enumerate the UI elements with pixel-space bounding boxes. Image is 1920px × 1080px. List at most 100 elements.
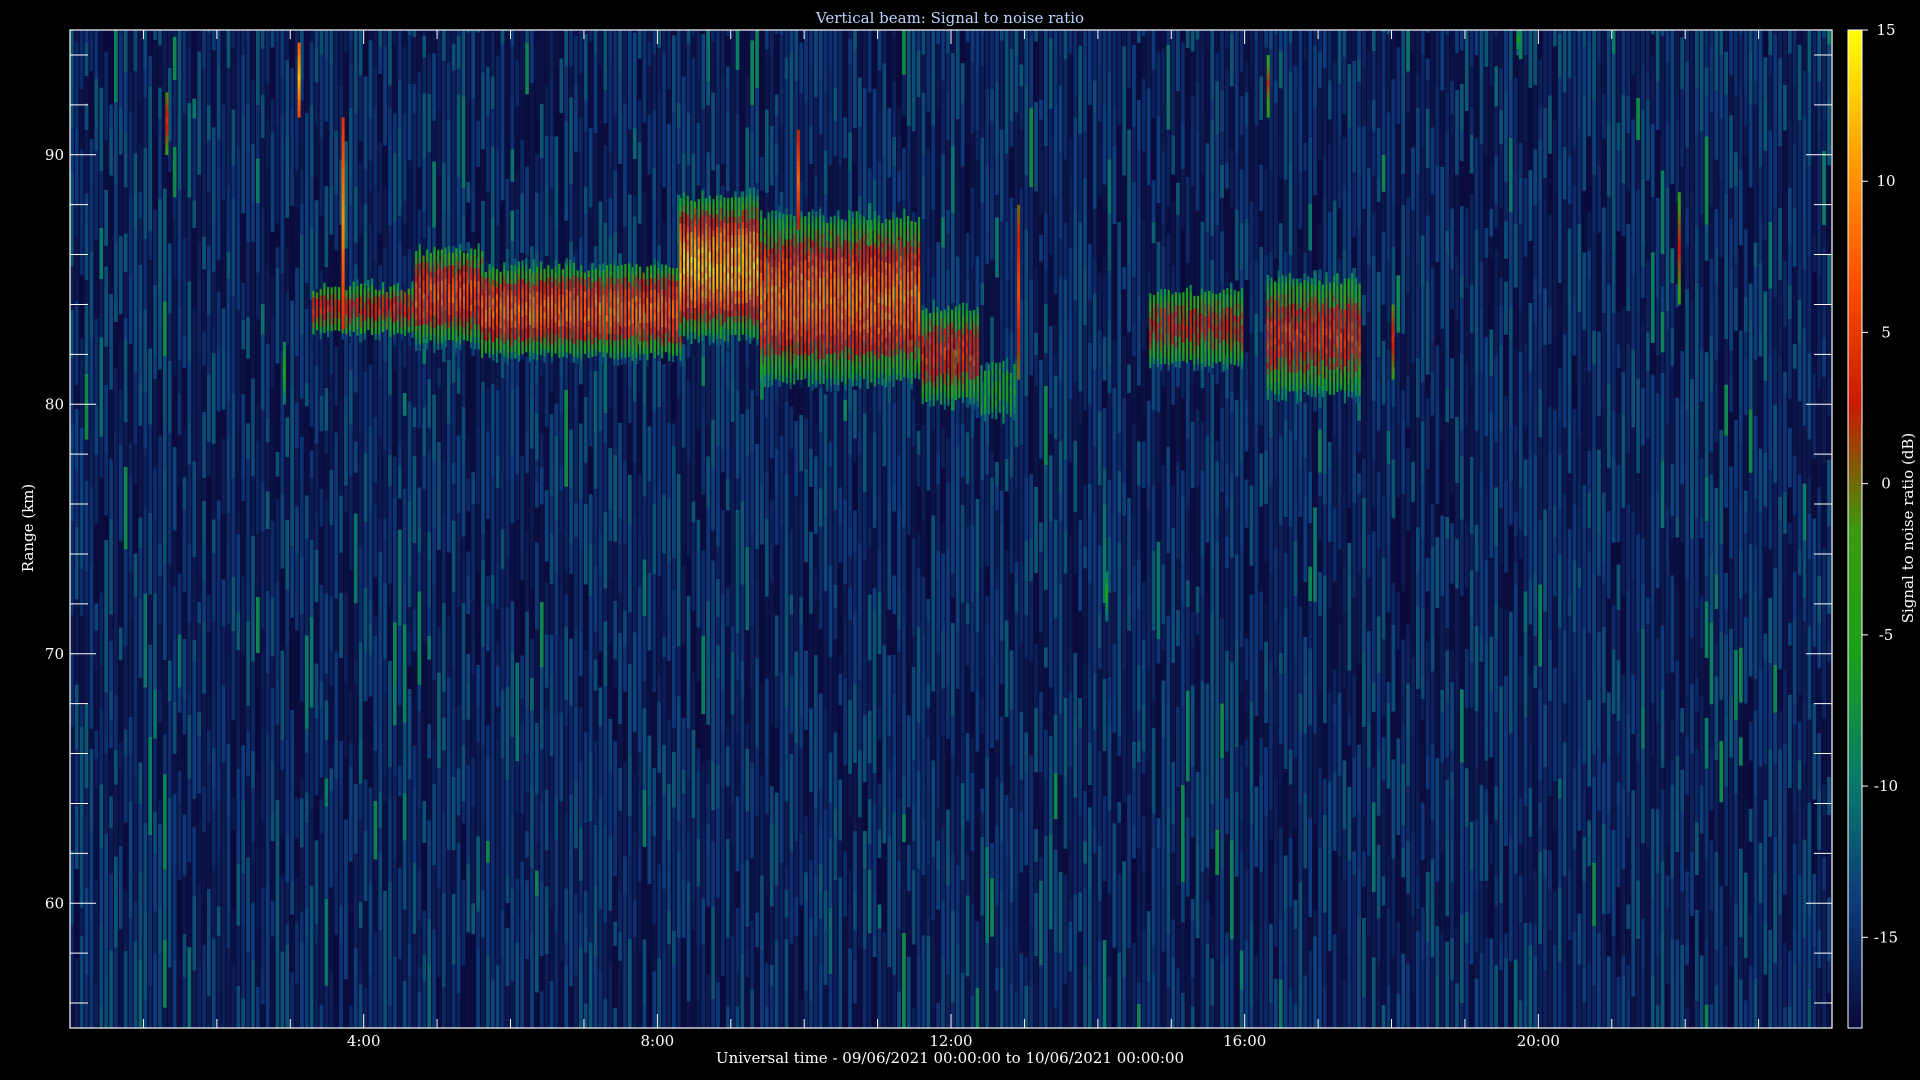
noise-cell: [309, 810, 314, 886]
noise-cell: [931, 515, 936, 594]
noise-cell: [1205, 542, 1210, 594]
noise-cell: [574, 975, 578, 1028]
noise-cell: [730, 625, 735, 652]
noise-cell: [1132, 277, 1136, 323]
noise-cell: [1386, 322, 1391, 350]
noise-cell: [1127, 217, 1131, 266]
noise-cell: [177, 360, 182, 394]
noise-cell: [456, 842, 461, 936]
noise-cell: [138, 425, 143, 518]
noise-cell: [960, 667, 965, 735]
noise-cell: [1171, 404, 1175, 486]
noise-cell: [1078, 520, 1082, 576]
noise-cell: [158, 824, 162, 907]
noise-cell: [931, 594, 936, 692]
noise-cell: [838, 437, 843, 488]
noise-cell: [79, 338, 84, 428]
noise-cell: [471, 409, 475, 473]
noise-cell: [1391, 678, 1396, 712]
noise-cell: [422, 57, 427, 93]
noise-cell: [897, 454, 901, 506]
noise-cell: [515, 812, 520, 879]
noise-cell: [197, 736, 201, 794]
noise-cell: [520, 580, 524, 656]
noise-cell: [613, 357, 617, 455]
noise-cell: [99, 592, 104, 666]
noise-cell: [980, 915, 985, 995]
noise-cell: [1381, 304, 1386, 341]
noise-cell: [461, 536, 466, 559]
noise-cell: [588, 596, 593, 679]
noise-cell: [549, 76, 554, 136]
noise-cell: [231, 963, 236, 1028]
noise-cell: [133, 153, 138, 229]
noise-cell: [486, 191, 490, 262]
noise-cell: [74, 409, 79, 470]
noise-cell: [334, 651, 338, 740]
noise-cell: [990, 168, 994, 261]
noise-cell: [765, 1006, 769, 1028]
noise-cell: [378, 378, 383, 437]
noise-cell: [1220, 758, 1224, 839]
noise-cell: [260, 727, 265, 822]
noise-cell: [402, 792, 407, 841]
noise-cell: [716, 764, 720, 809]
noise-cell: [951, 526, 955, 574]
noise-cell: [804, 468, 808, 563]
noise-cell: [1323, 986, 1327, 1028]
noise-cell: [1318, 846, 1322, 909]
noise-cell: [525, 830, 529, 858]
noise-cell: [319, 833, 324, 925]
noise-cell: [701, 385, 706, 409]
noise-cell: [1215, 875, 1219, 960]
noise-cell: [1097, 329, 1102, 412]
noise-cell: [711, 30, 715, 43]
noise-cell: [123, 187, 128, 234]
noise-cell: [192, 98, 197, 119]
noise-cell: [559, 491, 564, 533]
noise-cell: [848, 410, 852, 455]
noise-cell: [975, 921, 980, 988]
noise-cell: [1127, 393, 1131, 451]
noise-cell: [681, 545, 686, 566]
noise-cell: [158, 118, 162, 199]
noise-cell: [583, 503, 588, 585]
noise-cell: [138, 101, 143, 143]
noise-cell: [613, 600, 617, 660]
noise-cell: [569, 97, 573, 185]
noise-cell: [1014, 793, 1019, 893]
noise-cell: [951, 410, 955, 481]
noise-cell: [833, 156, 838, 212]
noise-cell: [1073, 512, 1078, 544]
noise-cell: [951, 852, 955, 911]
noise-cell: [725, 626, 730, 726]
noise-cell: [466, 765, 471, 864]
noise-cell: [1127, 450, 1131, 498]
noise-cell: [148, 889, 152, 986]
noise-cell: [559, 413, 564, 443]
noise-cell: [706, 906, 710, 975]
noise-cell: [1117, 874, 1122, 953]
noise-cell: [368, 882, 373, 975]
noise-cell: [818, 963, 823, 1028]
noise-cell: [1166, 615, 1171, 703]
noise-cell: [118, 660, 123, 743]
noise-cell: [334, 194, 338, 251]
noise-cell: [814, 729, 818, 810]
noise-cell: [309, 177, 314, 229]
noise-cell: [1278, 652, 1283, 675]
noise-cell: [637, 58, 642, 101]
noise-cell: [960, 505, 965, 603]
noise-cell: [1107, 71, 1112, 160]
noise-cell: [554, 715, 559, 796]
noise-cell: [1347, 30, 1352, 35]
noise-cell: [177, 484, 182, 574]
noise-cell: [593, 30, 598, 55]
noise-cell: [1416, 417, 1420, 471]
noise-cell: [1445, 702, 1449, 757]
noise-cell: [691, 522, 696, 611]
noise-cell: [1078, 422, 1082, 521]
noise-cell: [211, 353, 216, 444]
noise-cell: [202, 478, 206, 501]
noise-cell: [862, 869, 867, 950]
